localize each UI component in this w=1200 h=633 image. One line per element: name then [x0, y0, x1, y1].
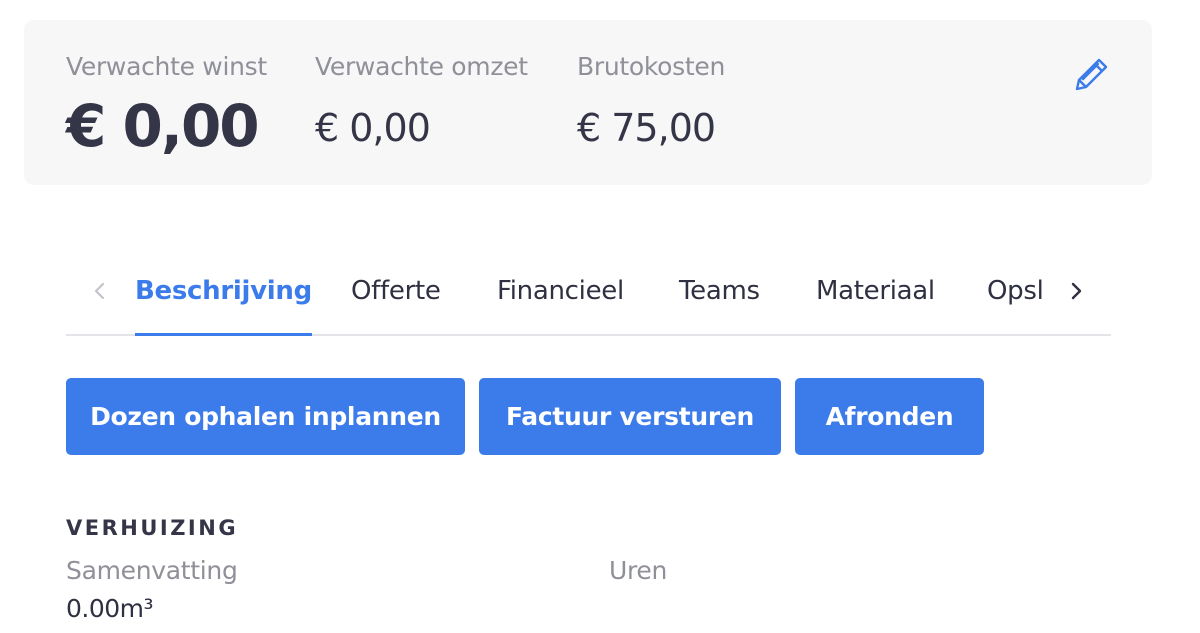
tab-beschrijving[interactable]: Beschrijving	[135, 276, 312, 336]
tab-offerte[interactable]: Offerte	[351, 276, 441, 336]
tab-opslag[interactable]: Opslag	[987, 276, 1045, 336]
edit-button[interactable]	[1072, 54, 1112, 94]
tab-materiaal[interactable]: Materiaal	[816, 276, 935, 336]
chevron-left-icon[interactable]	[93, 281, 107, 301]
summary-value: 0.00m³	[66, 594, 154, 623]
tab-bar: Beschrijving Offerte Financieel Teams Ma…	[66, 262, 1111, 336]
summary-label: Samenvatting	[66, 556, 238, 585]
moving-section-heading: VERHUIZING	[66, 516, 239, 540]
pencil-icon[interactable]	[1072, 54, 1112, 94]
hours-label: Uren	[609, 556, 668, 585]
tab-strip: Beschrijving Offerte Financieel Teams Ma…	[135, 262, 1045, 336]
chevron-right-icon[interactable]	[1069, 281, 1083, 301]
expected-profit-label: Verwachte winst	[66, 52, 267, 81]
send-invoice-button[interactable]: Factuur versturen	[479, 378, 781, 455]
tab-financieel[interactable]: Financieel	[497, 276, 624, 336]
tab-scroll-right[interactable]	[1064, 276, 1088, 306]
tab-scroll-left[interactable]	[88, 276, 112, 306]
gross-costs-value: € 75,00	[577, 106, 716, 150]
expected-revenue-label: Verwachte omzet	[315, 52, 528, 81]
expected-revenue-value: € 0,00	[315, 106, 431, 150]
financial-summary-card: Verwachte winst € 0,00 Verwachte omzet €…	[24, 20, 1152, 185]
gross-costs-label: Brutokosten	[577, 52, 726, 81]
finish-button[interactable]: Afronden	[795, 378, 984, 455]
expected-profit-value: € 0,00	[66, 92, 260, 160]
tab-teams[interactable]: Teams	[679, 276, 760, 336]
schedule-box-pickup-button[interactable]: Dozen ophalen inplannen	[66, 378, 465, 455]
